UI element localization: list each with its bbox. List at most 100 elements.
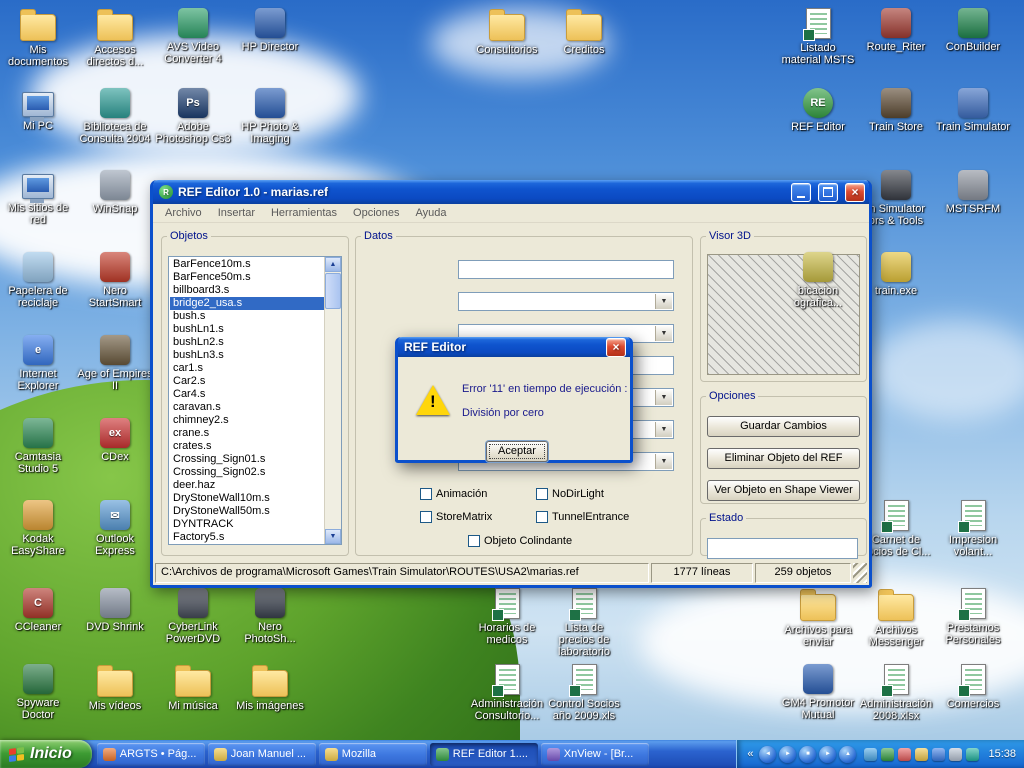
desktop-icon-winsnap[interactable]: WinSnap [77,170,153,215]
desktop-icon-cyberlink-powerdvd[interactable]: CyberLink PowerDVD [155,588,231,645]
chevron-down-icon[interactable]: ▼ [655,422,672,437]
desktop-icon-ref-editor[interactable]: REREF Editor [780,88,856,133]
media-control-icon[interactable]: ► [819,746,836,763]
desktop-icon-comercios[interactable]: Comercios [935,664,1011,710]
objeto-item-drystonewall10m-s[interactable]: DryStoneWall10m.s [170,492,324,505]
tray-icon[interactable] [966,748,979,761]
media-control-icon[interactable]: ▲ [839,746,856,763]
desktop-icon-mi-pc[interactable]: Mi PC [0,88,76,132]
checkbox-objeto-colindante[interactable]: Objeto Colindante [468,535,572,547]
task-button-ref-editor-1[interactable]: REF Editor 1.... [430,743,538,766]
chevron-down-icon[interactable]: ▼ [655,326,672,341]
media-control-icon[interactable]: ◄ [759,746,776,763]
desktop-icon-consultorios[interactable]: Consultorios [469,8,545,56]
desktop-icon-mi-m-sica[interactable]: Mi música [155,664,231,712]
tray-icon[interactable] [932,748,945,761]
chevron-down-icon[interactable]: ▼ [655,454,672,469]
media-control-icon[interactable]: ■ [799,746,816,763]
desktop-icon-mis-im-genes[interactable]: Mis imágenes [232,664,308,712]
checkbox-nodirlight[interactable]: NoDirLight [536,488,604,500]
objetos-listbox[interactable]: BarFence10m.sBarFence50m.sbillboard3.sbr… [168,256,342,545]
desktop-icon-control-socios-a-o-2009-xls[interactable]: Control Socios año 2009.xls [546,664,622,722]
start-button[interactable]: Inicio [0,740,92,768]
desktop-icon-administraci-n-2008-xlsx[interactable]: Administración 2008.xlsx [858,664,934,722]
minimize-button[interactable] [791,183,811,202]
chevron-down-icon[interactable]: ▼ [655,390,672,405]
tray-icon[interactable] [915,748,928,761]
objeto-item-drystonewall50m-s[interactable]: DryStoneWall50m.s [170,505,324,518]
objeto-item-barfence10m-s[interactable]: BarFence10m.s [170,258,324,271]
task-button-joan-manuel[interactable]: Joan Manuel ... [208,743,316,766]
desktop-icon-administraci-n-consultorio[interactable]: Administración Consultorio... [469,664,545,722]
objeto-item-caravan-s[interactable]: caravan.s [170,401,324,414]
close-button[interactable]: × [845,183,865,202]
scroll-up-icon[interactable]: ▲ [325,257,341,272]
scrollbar-thumb[interactable] [325,273,341,309]
objeto-item-dyntrack[interactable]: DYNTRACK [170,518,324,531]
objeto-item-factory5-s[interactable]: Factory5.s [170,531,324,544]
desktop-icon-mis-documentos[interactable]: Mis documentos [0,8,76,68]
menu-herramientas[interactable]: Herramientas [263,206,345,220]
desktop-icon-archivos-messenger[interactable]: Archivos Messenger [858,588,934,648]
datos-text-input-1[interactable] [458,260,674,279]
menu-archivo[interactable]: Archivo [157,206,210,220]
datos-combobox-1[interactable]: ▼ [458,292,674,311]
desktop-icon-outlook-express[interactable]: ✉Outlook Express [77,500,153,557]
desktop-icon-ccleaner[interactable]: CCCleaner [0,588,76,633]
objeto-item-car1-s[interactable]: car1.s [170,362,324,375]
menu-ayuda[interactable]: Ayuda [408,206,455,220]
ver-objeto-en-shape-viewer-button[interactable]: Ver Objeto en Shape Viewer [707,480,860,501]
objeto-item-chimney2-s[interactable]: chimney2.s [170,414,324,427]
dialog-close-button[interactable]: × [606,338,626,357]
desktop-icon-camtasia-studio-5[interactable]: Camtasia Studio 5 [0,418,76,475]
desktop-icon-train-store[interactable]: Train Store [858,88,934,133]
dialog-titlebar[interactable]: REF Editor × [398,337,630,357]
checkbox-box[interactable] [420,511,432,523]
aceptar-button[interactable]: Aceptar [486,441,548,462]
checkbox-tunnelentrance[interactable]: TunnelEntrance [536,511,629,523]
maximize-button[interactable] [818,183,838,202]
chevron-down-icon[interactable]: ▼ [655,294,672,309]
desktop-icon-hp-photo-imaging[interactable]: HP Photo & Imaging [232,88,308,145]
desktop-icon-conbuilder[interactable]: ConBuilder [935,8,1011,53]
objeto-item-crossing-sign02-s[interactable]: Crossing_Sign02.s [170,466,324,479]
checkbox-animacion[interactable]: Animación [420,488,487,500]
checkbox-storematrix[interactable]: StoreMatrix [420,511,492,523]
desktop-icon-avs-video-converter-4[interactable]: AVS Video Converter 4 [155,8,231,65]
objeto-item-bushln1-s[interactable]: bushLn1.s [170,323,324,336]
objeto-item-billboard3-s[interactable]: billboard3.s [170,284,324,297]
desktop-icon-train-simulator[interactable]: Train Simulator [935,88,1011,133]
media-control-icon[interactable]: ► [779,746,796,763]
desktop-icon-spyware-doctor[interactable]: Spyware Doctor [0,664,76,721]
task-button-xnview-br[interactable]: XnView - [Br... [541,743,649,766]
desktop-icon-mis-v-deos[interactable]: Mis vídeos [77,664,153,712]
task-button-mozilla[interactable]: Mozilla [319,743,427,766]
task-button-argts-p-g[interactable]: ARGTS • Pág... [97,743,205,766]
checkbox-box[interactable] [420,488,432,500]
checkbox-box[interactable] [536,511,548,523]
checkbox-box[interactable] [536,488,548,500]
checkbox-box[interactable] [468,535,480,547]
objeto-item-car4-s[interactable]: Car4.s [170,388,324,401]
desktop-icon-impresion-volant[interactable]: Impresion volant... [935,500,1011,558]
desktop-icon-listado-material-msts[interactable]: Listado material MSTS [780,8,856,66]
desktop-icon-kodak-easyshare[interactable]: Kodak EasyShare [0,500,76,557]
objeto-item-bushln2-s[interactable]: bushLn2.s [170,336,324,349]
tray-icon[interactable] [898,748,911,761]
resize-grip[interactable] [853,563,867,583]
objeto-item-bush-s[interactable]: bush.s [170,310,324,323]
desktop-icon-nero-photosh[interactable]: Nero PhotoSh... [232,588,308,645]
desktop-icon-dvd-shrink[interactable]: DVD Shrink [77,588,153,633]
objeto-item-bushln3-s[interactable]: bushLn3.s [170,349,324,362]
desktop-icon-cdex[interactable]: exCDex [77,418,153,463]
desktop-icon-route-riter[interactable]: Route_Riter [858,8,934,53]
objeto-item-barfence50m-s[interactable]: BarFence50m.s [170,271,324,284]
desktop-icon-mstsrfm[interactable]: MSTSRFM [935,170,1011,215]
desktop-icon-papelera-de-reciclaje[interactable]: Papelera de reciclaje [0,252,76,309]
desktop-icon-creditos[interactable]: Creditos [546,8,622,56]
window-titlebar[interactable]: R REF Editor 1.0 - marias.ref × [153,180,869,204]
desktop-icon-adobe-photoshop-cs3[interactable]: PsAdobe Photoshop Cs3 [155,88,231,145]
guardar-cambios-button[interactable]: Guardar Cambios [707,416,860,437]
objeto-item-crates-s[interactable]: crates.s [170,440,324,453]
objeto-item-car2-s[interactable]: Car2.s [170,375,324,388]
